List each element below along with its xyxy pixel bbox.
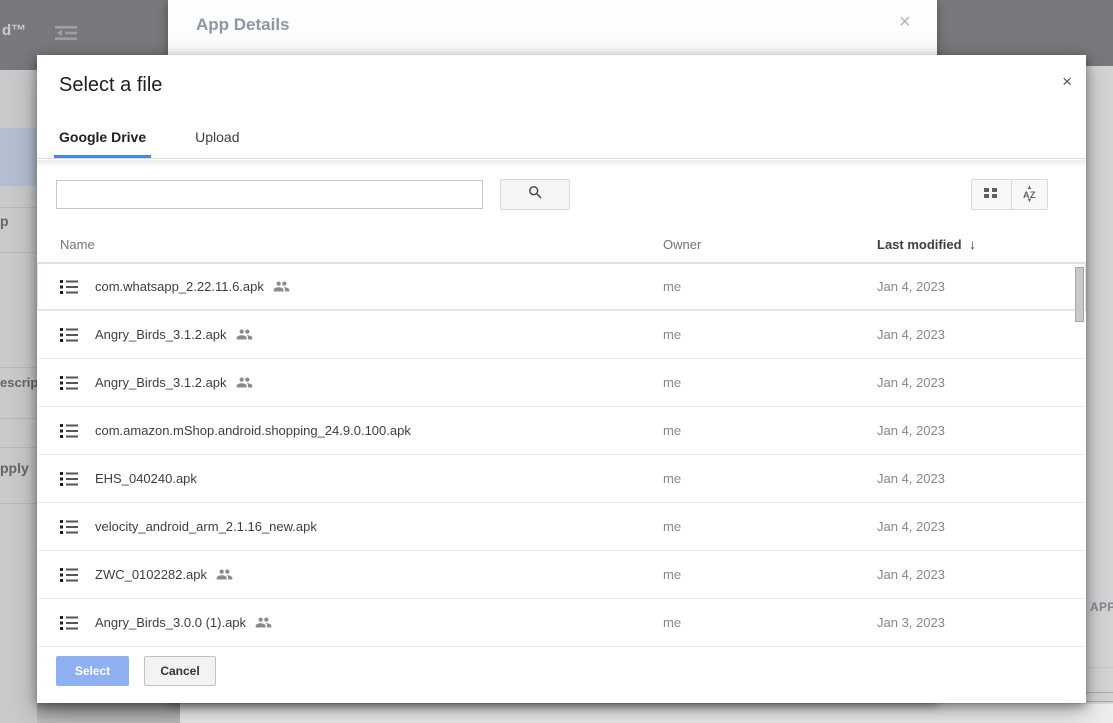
file-modified: Jan 4, 2023 (877, 279, 945, 294)
divider (0, 207, 37, 208)
background-text-fragment: APP (1090, 600, 1113, 614)
background-bottom-shadow (37, 703, 180, 723)
file-owner: me (663, 519, 682, 534)
shared-icon (273, 278, 290, 295)
file-name-cell: EHS_040240.apk (95, 455, 197, 502)
file-owner: me (663, 327, 682, 342)
divider (0, 503, 37, 504)
file-row[interactable]: EHS_040240.apk me Jan 4, 2023 (37, 455, 1086, 503)
tab-bar-shadow (37, 160, 1086, 167)
list-item-icon (60, 568, 78, 587)
screen: d™ p escript pply APP App Details × Sele… (0, 0, 1113, 723)
file-modified: Jan 4, 2023 (877, 519, 945, 534)
file-list: com.whatsapp_2.22.11.6.apk me Jan 4, 202… (37, 263, 1086, 649)
divider (0, 447, 37, 448)
app-details-title: App Details (196, 15, 290, 34)
divider (1086, 692, 1113, 693)
file-name: velocity_android_arm_2.1.16_new.apk (95, 519, 317, 534)
dialog-title: Select a file (59, 74, 163, 96)
file-name: ZWC_0102282.apk (95, 567, 208, 582)
list-item-icon (60, 376, 78, 395)
file-row[interactable]: velocity_android_arm_2.1.16_new.apk me J… (37, 503, 1086, 551)
tab-google-drive[interactable]: Google Drive (54, 129, 152, 158)
file-name-cell: velocity_android_arm_2.1.16_new.apk (95, 503, 317, 550)
column-header-owner[interactable]: Owner (663, 237, 701, 252)
file-name: Angry_Birds_3.1.2.apk (95, 375, 227, 390)
file-row[interactable]: Angry_Birds_3.0.0 (1).apk me Jan 3, 2023 (37, 599, 1086, 647)
file-name: EHS_040240.apk (95, 471, 197, 486)
file-name-cell: Angry_Birds_3.0.0 (1).apk (95, 599, 272, 646)
shared-icon (236, 374, 253, 391)
grid-view-button[interactable] (971, 179, 1012, 210)
background-left-panel: p escript pply (0, 70, 43, 723)
file-modified: Jan 4, 2023 (877, 471, 945, 486)
search-input[interactable] (56, 180, 483, 209)
file-owner: me (663, 567, 682, 582)
file-name-cell: com.whatsapp_2.22.11.6.apk (95, 263, 290, 310)
list-item-icon (60, 616, 78, 635)
file-row[interactable]: Angry_Birds_3.1.2.apk me Jan 4, 2023 (37, 359, 1086, 407)
file-row[interactable]: com.whatsapp_2.22.11.6.apk me Jan 4, 202… (37, 263, 1086, 311)
search-button[interactable] (500, 179, 570, 210)
file-row[interactable]: Angry_Birds_3.1.2.apk me Jan 4, 2023 (37, 311, 1086, 359)
list-item-icon (60, 280, 78, 299)
background-text-fragment: pply (0, 460, 29, 476)
file-row[interactable]: ZWC_0102282.apk me Jan 4, 2023 (37, 551, 1086, 599)
logo-fragment: d™ (2, 22, 27, 39)
divider (1086, 667, 1113, 668)
file-name-cell: ZWC_0102282.apk (95, 551, 233, 598)
select-button[interactable]: Select (56, 656, 129, 686)
shared-icon (216, 566, 233, 583)
file-name: com.amazon.mShop.android.shopping_24.9.0… (95, 423, 411, 438)
file-modified: Jan 4, 2023 (877, 327, 945, 342)
divider (0, 418, 37, 419)
file-modified: Jan 4, 2023 (877, 423, 945, 438)
file-owner: me (663, 375, 682, 390)
file-modified: Jan 4, 2023 (877, 567, 945, 582)
file-name: Angry_Birds_3.0.0 (1).apk (95, 615, 247, 630)
tab-upload[interactable]: Upload (190, 129, 244, 158)
sort-descending-icon[interactable]: ↓ (969, 236, 976, 252)
file-name-cell: com.amazon.mShop.android.shopping_24.9.0… (95, 407, 411, 454)
background-bottom-panel (180, 703, 1113, 723)
list-item-icon (60, 520, 78, 539)
tab-bar: Google Drive Upload (37, 110, 1086, 159)
list-item-icon (60, 472, 78, 491)
shared-icon (236, 326, 253, 343)
file-owner: me (663, 423, 682, 438)
close-icon[interactable]: × (1062, 73, 1072, 90)
sort-az-button[interactable]: ▲ AZ ▼ (1011, 179, 1048, 210)
file-owner: me (663, 471, 682, 486)
file-owner: me (663, 279, 682, 294)
file-owner: me (663, 615, 682, 630)
shared-icon (255, 614, 272, 631)
list-item-icon (60, 328, 78, 347)
table-header: Name Owner Last modified ↓ (37, 225, 1086, 263)
list-scrollbar-thumb[interactable] (1075, 267, 1084, 322)
divider (1086, 701, 1113, 702)
background-right-panel: APP (1086, 66, 1113, 723)
file-modified: Jan 3, 2023 (877, 615, 945, 630)
search-icon (527, 184, 544, 206)
list-item-icon (60, 424, 78, 443)
indent-decrease-icon (55, 25, 77, 46)
file-name-cell: Angry_Birds_3.1.2.apk (95, 311, 253, 358)
background-selected-band (0, 128, 37, 186)
divider (0, 252, 37, 253)
file-modified: Jan 4, 2023 (877, 375, 945, 390)
background-text-fragment: p (0, 213, 9, 229)
file-name: Angry_Birds_3.1.2.apk (95, 327, 227, 342)
triangle-down-icon: ▼ (1026, 197, 1033, 204)
cancel-button[interactable]: Cancel (144, 656, 216, 686)
file-picker-dialog: Select a file × Google Drive Upload ▲ AZ… (37, 55, 1086, 703)
column-header-last-modified[interactable]: Last modified (877, 237, 962, 252)
divider (0, 367, 37, 368)
file-row[interactable]: com.amazon.mShop.android.shopping_24.9.0… (37, 407, 1086, 455)
file-name-cell: Angry_Birds_3.1.2.apk (95, 359, 253, 406)
grid-view-icon (984, 186, 999, 204)
column-header-name[interactable]: Name (60, 237, 95, 252)
close-icon[interactable]: × (899, 12, 911, 32)
file-name: com.whatsapp_2.22.11.6.apk (95, 279, 264, 294)
